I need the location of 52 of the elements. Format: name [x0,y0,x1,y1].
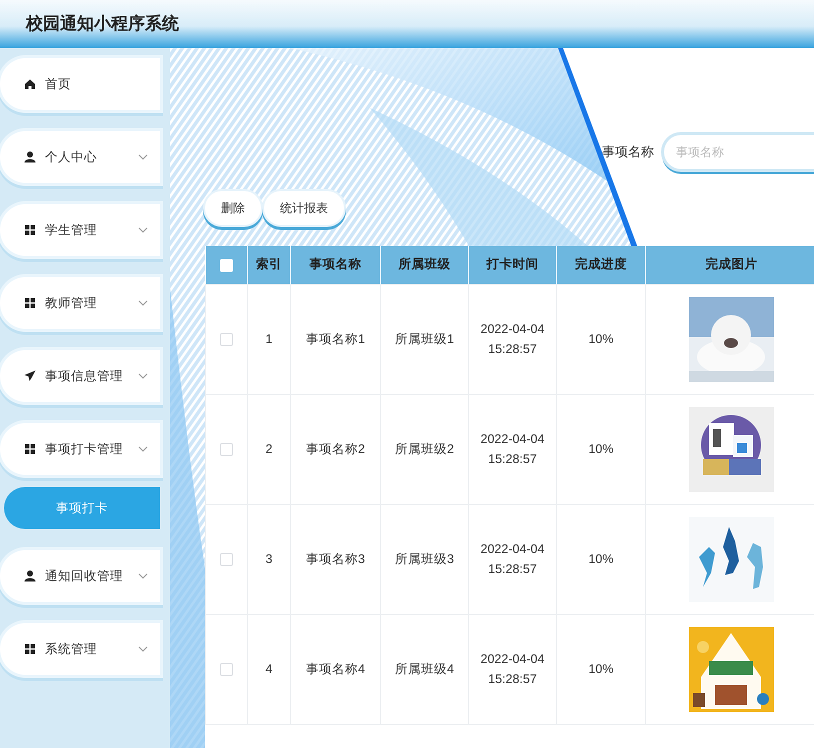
column-header: 打卡时间 [468,246,556,284]
row-checkbox[interactable] [220,662,233,676]
select-all-checkbox[interactable] [220,258,233,272]
grid-icon [24,224,36,236]
search-label: 事项名称 [602,143,654,162]
table-cell: 2022-04-04 15:28:57 [468,614,556,724]
grid-icon [24,643,36,655]
table-cell: 3 [248,504,290,614]
row-checkbox[interactable] [220,332,233,346]
table-cell: 2022-04-04 15:28:57 [468,284,556,394]
column-header: 所属班级 [380,246,468,284]
search-field[interactable]: 事项名称 [664,135,814,169]
paper-plane-icon [24,370,36,382]
toolbar-button[interactable]: 删除 [205,191,261,225]
table-cell: 事项名称1 [290,284,380,394]
table-cell: 2022-04-04 15:28:57 [468,394,556,504]
home-icon [24,78,36,90]
table-cell: 2 [248,394,290,504]
user-icon [24,151,36,163]
table-cell: 10% [556,284,646,394]
user-icon [24,570,36,582]
menu-item[interactable]: 学生管理 [0,204,160,256]
table-cell: 所属班级3 [380,504,468,614]
table-cell: 10% [556,614,646,724]
table-cell: 2022-04-04 15:28:57 [468,504,556,614]
table-cell: 1 [248,284,290,394]
column-header: 事项名称 [290,246,380,284]
menu-item[interactable]: 个人中心 [0,131,160,183]
menu-item[interactable]: 教师管理 [0,277,160,329]
column-header: 索引 [248,246,290,284]
row-checkbox[interactable] [220,552,233,566]
menu-item[interactable]: 事项打卡管理 [0,423,160,475]
menu-item[interactable]: 系统管理 [0,623,160,675]
grid-icon [24,297,36,309]
toolbar-button[interactable]: 统计报表 [264,191,344,225]
menu-item[interactable]: 事项信息管理 [0,350,160,402]
menu-item[interactable]: 首页 [0,58,160,110]
table-cell: 所属班级1 [380,284,468,394]
table-cell: 10% [556,504,646,614]
table-cell: 4 [248,614,290,724]
table-cell: 所属班级4 [380,614,468,724]
grid-icon [24,443,36,455]
row-checkbox[interactable] [220,442,233,456]
table-cell: 10% [556,394,646,504]
column-header: 完成图片 [646,246,814,284]
table-cell: 事项名称2 [290,394,380,504]
column-header: 完成进度 [556,246,646,284]
app-title: 校园通知小程序系统 [26,13,179,36]
table-cell: 所属班级2 [380,394,468,504]
table-cell: 事项名称4 [290,614,380,724]
table-cell: 事项名称3 [290,504,380,614]
menu-item[interactable]: 通知回收管理 [0,550,160,602]
